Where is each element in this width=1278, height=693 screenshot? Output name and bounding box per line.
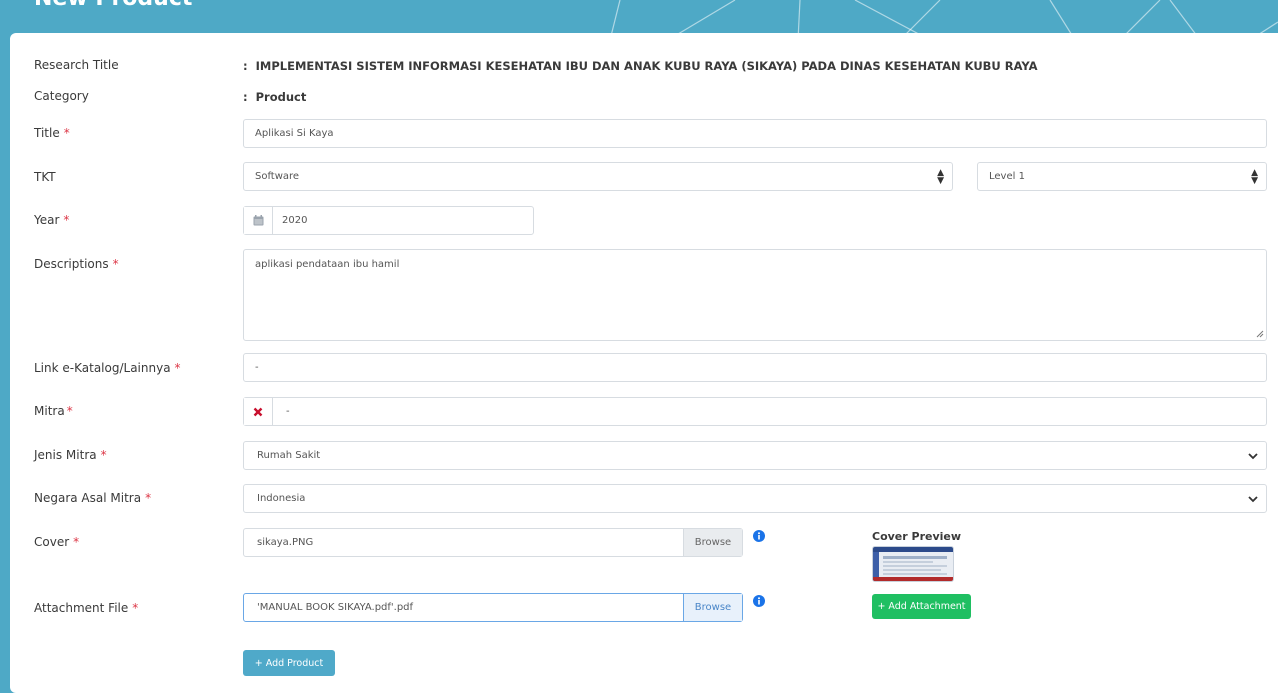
sort-caret-icon: ▲ ▼	[1251, 167, 1258, 186]
cover-file-input[interactable]: sikaya.PNG Browse	[243, 528, 743, 557]
info-icon[interactable]	[753, 595, 765, 607]
title-input[interactable]: Aplikasi Si Kaya	[243, 119, 1267, 148]
jenis-mitra-label: Jenis Mitra *	[34, 448, 107, 462]
attachment-label: Attachment File *	[34, 601, 139, 615]
link-label: Link e-Katalog/Lainnya *	[34, 361, 181, 375]
attachment-browse-button[interactable]: Browse	[683, 594, 742, 621]
negara-asal-mitra-select[interactable]: Indonesia	[243, 484, 1267, 513]
resize-grip-icon[interactable]	[1256, 330, 1264, 338]
page-title: New Product	[34, 0, 192, 11]
calendar-icon[interactable]	[244, 207, 273, 234]
research-title-value: : IMPLEMENTASI SISTEM INFORMASI KESEHATAN…	[243, 59, 1038, 73]
research-title-label: Research Title	[34, 58, 119, 72]
attachment-file-input[interactable]: 'MANUAL BOOK SIKAYA.pdf'.pdf Browse	[243, 593, 743, 622]
negara-asal-mitra-label: Negara Asal Mitra *	[34, 491, 152, 505]
mitra-label: Mitra *	[34, 404, 73, 418]
descriptions-label: Descriptions *	[34, 257, 119, 271]
year-input[interactable]: 2020	[243, 206, 534, 235]
cover-preview-image	[872, 546, 954, 582]
cover-label: Cover *	[34, 535, 80, 549]
jenis-mitra-select[interactable]: Rumah Sakit	[243, 441, 1267, 470]
descriptions-textarea[interactable]: aplikasi pendataan ibu hamil	[243, 249, 1267, 341]
tkt-type-select[interactable]: Software ▲ ▼	[243, 162, 953, 191]
category-value: : Product	[243, 90, 307, 104]
chevron-down-icon	[1248, 452, 1258, 459]
title-label: Title *	[34, 126, 70, 140]
year-label: Year *	[34, 213, 70, 227]
tkt-label: TKT	[34, 170, 56, 184]
chevron-down-icon	[1248, 495, 1258, 502]
category-label: Category	[34, 89, 89, 103]
tkt-level-select[interactable]: Level 1 ▲ ▼	[977, 162, 1267, 191]
add-product-button[interactable]: + Add Product	[243, 650, 335, 676]
sort-caret-icon: ▲ ▼	[937, 167, 944, 186]
add-attachment-button[interactable]: + Add Attachment	[872, 594, 971, 619]
info-icon[interactable]	[753, 530, 765, 542]
link-input[interactable]: -	[243, 353, 1267, 382]
clear-x-icon[interactable]	[244, 398, 273, 425]
cover-browse-button[interactable]: Browse	[683, 529, 742, 556]
cover-preview-title: Cover Preview	[872, 530, 962, 543]
mitra-input[interactable]: -	[243, 397, 1267, 426]
